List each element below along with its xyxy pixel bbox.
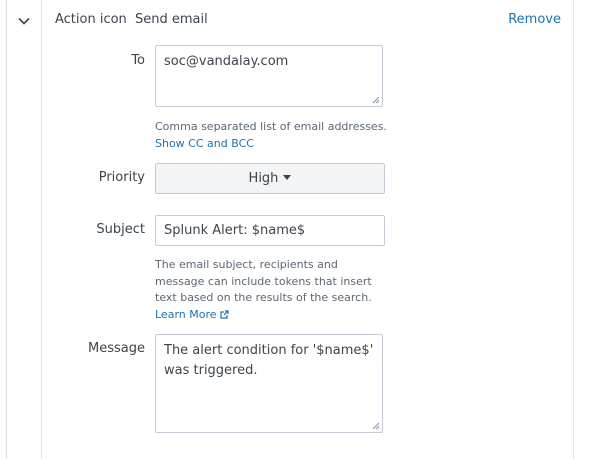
learn-more-label: Learn More (155, 307, 217, 321)
action-header: Action icon Send email (55, 12, 208, 27)
subject-help-line3: text based on the results of the search. (155, 291, 372, 304)
action-label: Action icon (55, 12, 127, 27)
resize-grip-icon[interactable] (372, 96, 380, 104)
subject-help: The email subject, recipients and messag… (155, 257, 395, 323)
alert-action-panel: Action icon Send email Remove To soc@van… (0, 0, 590, 459)
chevron-down-icon (18, 17, 30, 25)
to-value: soc@vandalay.com (164, 54, 289, 69)
show-cc-bcc-link[interactable]: Show CC and BCC (155, 136, 395, 153)
to-textarea[interactable]: soc@vandalay.com (155, 45, 383, 107)
learn-more-link[interactable]: Learn More (155, 307, 395, 324)
message-line2: was triggered. (164, 363, 258, 378)
priority-label: Priority (98, 170, 145, 185)
remove-link[interactable]: Remove (508, 12, 561, 27)
external-link-icon (220, 309, 229, 319)
to-help-text: Comma separated list of email addresses. (155, 120, 387, 133)
resize-grip-icon[interactable] (372, 422, 380, 430)
priority-value: High (248, 171, 279, 186)
subject-help-line2: message can include tokens that insert (155, 274, 372, 288)
action-value: Send email (134, 12, 208, 27)
subject-label: Subject (96, 222, 145, 237)
subject-input[interactable]: Splunk Alert: $name$ (155, 215, 385, 246)
to-help: Comma separated list of email addresses.… (155, 119, 395, 152)
subject-value: Splunk Alert: $name$ (164, 223, 306, 238)
message-label: Message (88, 341, 145, 356)
priority-dropdown[interactable]: High (155, 163, 385, 194)
to-label: To (131, 53, 145, 68)
message-textarea[interactable]: The alert condition for '$name$' was tri… (155, 334, 383, 433)
panel-border-right (573, 0, 574, 459)
caret-down-icon (283, 175, 292, 180)
collapse-toggle-button[interactable] (12, 10, 36, 32)
message-line1: The alert condition for '$name$' (164, 343, 374, 358)
subject-help-line1: The email subject, recipients and (155, 258, 338, 271)
panel-border-left (6, 0, 7, 459)
